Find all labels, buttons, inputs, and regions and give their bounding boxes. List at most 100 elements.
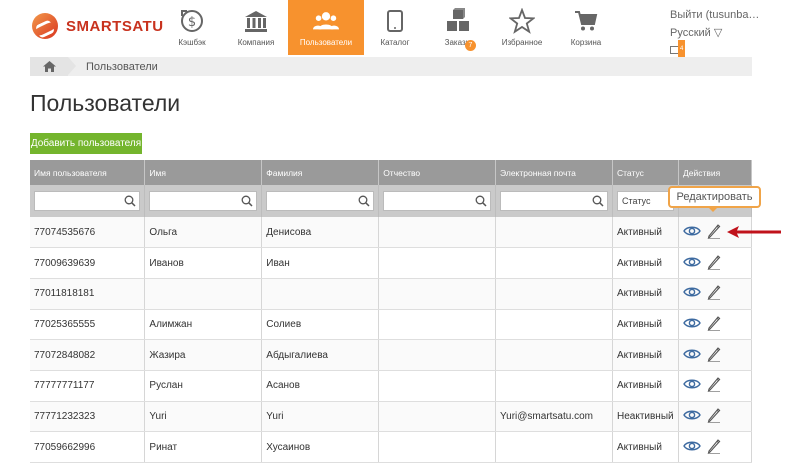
cell-last-name: Денисова <box>261 217 380 249</box>
nav-item-cart[interactable]: Корзина <box>554 0 618 55</box>
col-header-first-name[interactable]: Имя <box>144 160 263 185</box>
filter-first-name[interactable] <box>149 191 258 211</box>
edit-pencil-icon[interactable] <box>707 438 721 457</box>
cell-username: 77011818181 <box>30 278 146 310</box>
table-row: 77072848082 Жазира Абдыгалиева Активный <box>30 339 753 371</box>
cell-status: Активный <box>612 431 679 463</box>
cell-first-name: Ринат <box>144 431 263 463</box>
cell-email <box>495 370 613 402</box>
cell-actions <box>678 431 753 463</box>
cell-actions <box>678 370 753 402</box>
brand-logo[interactable]: SMARTSATU <box>32 13 164 39</box>
view-eye-icon[interactable] <box>683 286 701 301</box>
cell-email <box>495 217 613 249</box>
nav-item-users[interactable]: Пользователи <box>288 0 364 55</box>
cell-first-name: Ольга <box>144 217 263 249</box>
cell-last-name: Абдыгалиева <box>261 339 380 371</box>
cell-actions <box>678 278 753 310</box>
bank-icon <box>243 8 269 34</box>
edit-pencil-icon[interactable] <box>707 376 721 395</box>
cell-middle-name <box>378 401 497 433</box>
edit-pencil-icon[interactable] <box>707 407 721 426</box>
edit-pencil-icon[interactable] <box>707 254 721 273</box>
cell-email <box>495 247 613 279</box>
cell-last-name: Иван <box>261 247 380 279</box>
pointer-arrow-icon <box>727 226 781 238</box>
cell-username: 77009639639 <box>30 247 146 279</box>
nav-item-catalog[interactable]: Каталог <box>364 0 426 55</box>
cell-last-name: Солиев <box>261 309 380 341</box>
cell-middle-name <box>378 431 497 463</box>
cell-email[interactable]: Yuri@smartsatu.com <box>495 401 613 433</box>
breadcrumb-current: Пользователи <box>86 60 158 73</box>
users-table: Имя пользователя Имя Фамилия Отчество Эл… <box>30 160 753 463</box>
nav-item-cashback[interactable]: $ Кэшбэк <box>160 0 224 55</box>
col-header-last-name[interactable]: Фамилия <box>261 160 380 185</box>
table-row: 77074535676 Ольга Денисова Активный <box>30 217 753 249</box>
col-header-email[interactable]: Электронная почта <box>495 160 613 185</box>
search-icon <box>592 195 604 207</box>
top-header: SMARTSATU $ Кэшбэк Компания Пользователи <box>0 0 800 58</box>
cell-first-name: Руслан <box>144 370 263 402</box>
nav-label: Пользователи <box>299 38 353 47</box>
cell-username: 77059662996 <box>30 431 146 463</box>
cell-middle-name <box>378 309 497 341</box>
nav-label: Компания <box>237 38 275 47</box>
view-eye-icon[interactable] <box>683 317 701 332</box>
cell-first-name: Алимжан <box>144 309 263 341</box>
view-eye-icon[interactable] <box>683 409 701 424</box>
view-eye-icon[interactable] <box>683 225 701 240</box>
home-icon <box>42 61 56 72</box>
edit-pencil-icon[interactable] <box>707 284 721 303</box>
cell-username: 77777771177 <box>30 370 146 402</box>
filter-status-select[interactable]: Статус <box>617 191 674 211</box>
view-eye-icon[interactable] <box>683 256 701 271</box>
boxes-icon <box>445 8 471 34</box>
cell-last-name: Хусаинов <box>261 431 380 463</box>
page-title: Пользователи <box>30 90 181 116</box>
svg-text:$: $ <box>188 15 196 30</box>
table-header-row: Имя пользователя Имя Фамилия Отчество Эл… <box>30 160 753 185</box>
search-icon <box>475 195 487 207</box>
filter-username[interactable] <box>34 191 141 211</box>
cell-last-name: Yuri <box>261 401 380 433</box>
edit-pencil-icon[interactable] <box>707 315 721 334</box>
search-icon <box>358 195 370 207</box>
brand-name: SMARTSATU <box>66 17 164 35</box>
cell-actions <box>678 401 753 433</box>
cell-first-name: Жазира <box>144 339 263 371</box>
cell-actions <box>678 339 753 371</box>
cell-first-name: Иванов <box>144 247 263 279</box>
table-row: 77777771177 Руслан Асанов Активный <box>30 370 753 402</box>
cell-status: Активный <box>612 247 679 279</box>
edit-tooltip: Редактировать <box>668 186 761 212</box>
table-row: 77025365555 Алимжан Солиев Активный <box>30 309 753 341</box>
nav-item-favorites[interactable]: Избранное <box>490 0 554 55</box>
edit-pencil-icon[interactable] <box>707 223 721 242</box>
col-header-username[interactable]: Имя пользователя <box>30 160 146 185</box>
cell-username: 77771232323 <box>30 401 146 433</box>
col-header-actions: Действия <box>678 160 753 185</box>
add-user-button[interactable]: Добавить пользователя <box>30 133 142 154</box>
cell-middle-name <box>378 217 497 249</box>
mail-count-badge: 4 <box>678 40 686 58</box>
cell-middle-name <box>378 247 497 279</box>
table-row: 77011818181 Активный <box>30 278 753 310</box>
col-header-middle-name[interactable]: Отчество <box>378 160 497 185</box>
col-header-status[interactable]: Статус <box>612 160 679 185</box>
breadcrumb: Пользователи <box>30 57 752 76</box>
filter-last-name[interactable] <box>266 191 375 211</box>
user-block: Выйти (tusunba… Русский ▽ 4 <box>670 6 759 60</box>
filter-middle-name[interactable] <box>383 191 492 211</box>
view-eye-icon[interactable] <box>683 440 701 455</box>
view-eye-icon[interactable] <box>683 348 701 363</box>
logout-link[interactable]: Выйти (tusunba… <box>670 6 759 24</box>
orders-count-badge: 7 <box>465 40 476 51</box>
nav-item-company[interactable]: Компания <box>224 0 288 55</box>
edit-pencil-icon[interactable] <box>707 346 721 365</box>
filter-email[interactable] <box>500 191 608 211</box>
view-eye-icon[interactable] <box>683 378 701 393</box>
cell-username: 77074535676 <box>30 217 146 249</box>
breadcrumb-home[interactable] <box>30 57 76 76</box>
nav-item-orders[interactable]: Заказы 7 <box>426 0 490 55</box>
